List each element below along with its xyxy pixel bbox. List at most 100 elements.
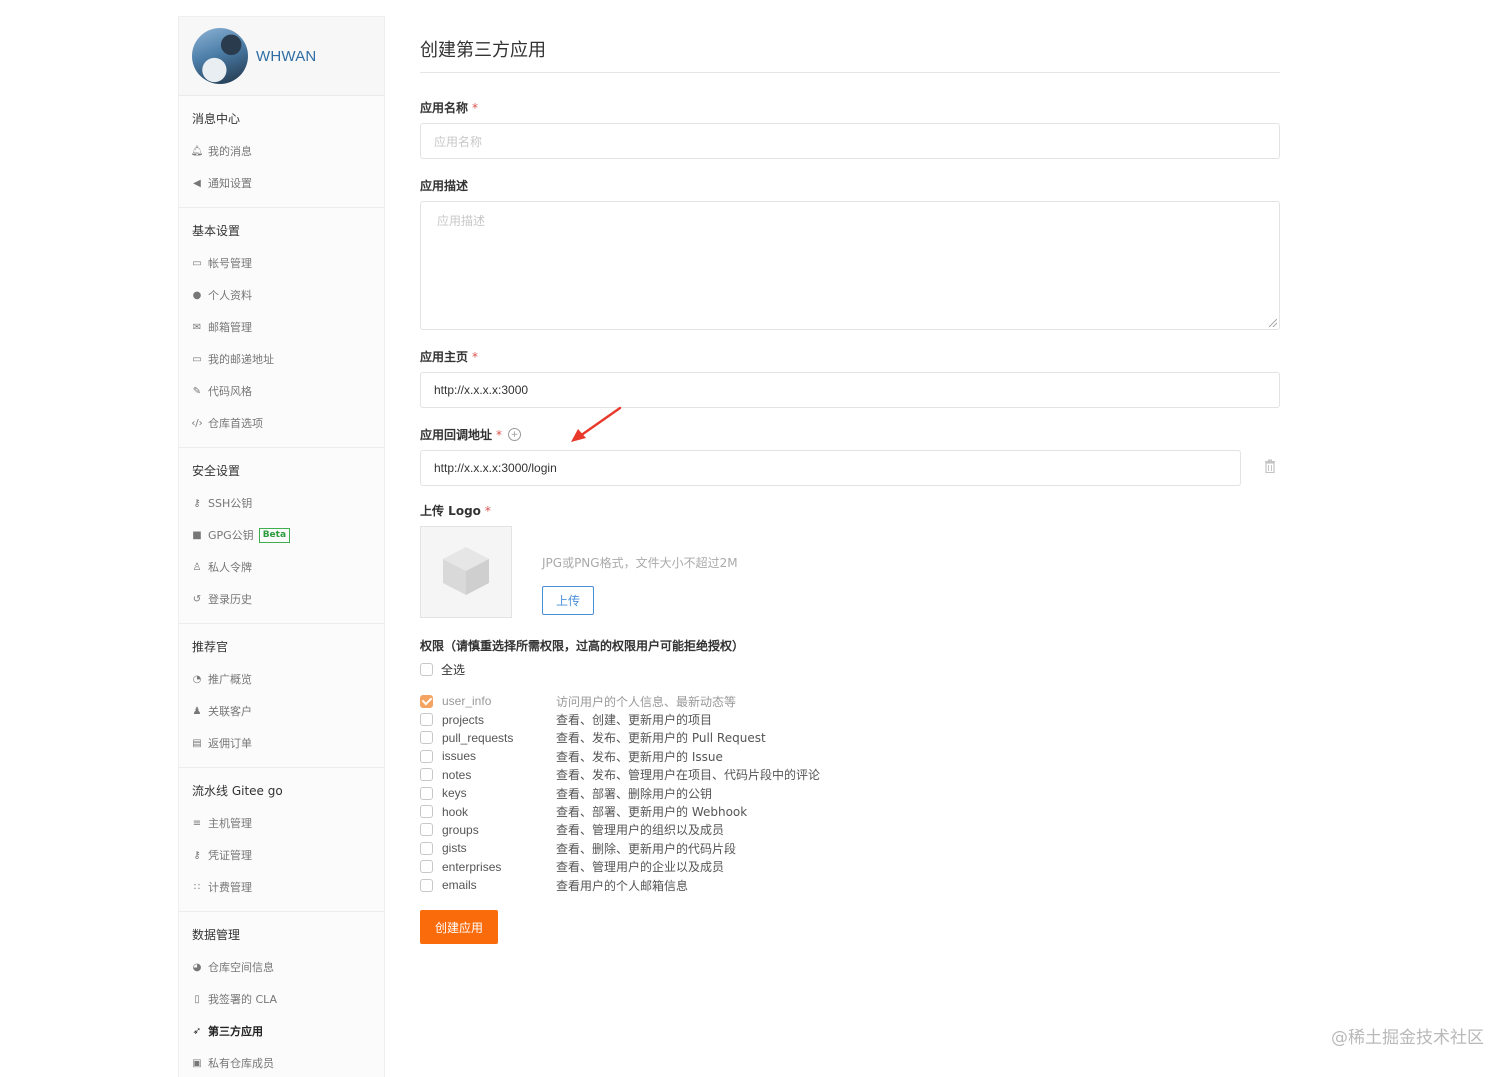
homepage-label: 应用主页 * [420, 349, 479, 365]
sidebar-item[interactable]: ↺ 登录历史 [179, 583, 384, 615]
sidebar-item[interactable]: ⚷ SSH公钥 [179, 487, 384, 519]
app-name-input[interactable]: 应用名称 [420, 123, 1280, 159]
sidebar-item[interactable]: ‹/› 仓库首选项 [179, 407, 384, 439]
sidebar-item[interactable]: ▭ 我的邮递地址 [179, 343, 384, 375]
permission-checkbox[interactable] [420, 694, 433, 708]
select-all[interactable]: 全选 [420, 661, 1280, 678]
sidebar-item[interactable]: ♙ 私人令牌 [179, 551, 384, 583]
permission-row[interactable]: keys 查看、部署、删除用户的公钥 [420, 784, 1280, 802]
sidebar-item-label: 返佣订单 [208, 737, 252, 750]
permission-checkbox[interactable] [420, 878, 433, 892]
sidebar-item-label: 帐号管理 [208, 257, 252, 270]
sidebar-item[interactable]: ▭ 帐号管理 [179, 247, 384, 279]
permission-description: 查看、部署、删除用户的公钥 [556, 786, 713, 801]
required-mark: * [496, 427, 503, 442]
permission-row[interactable]: issues 查看、发布、更新用户的 Issue [420, 747, 1280, 765]
sidebar-group-title: 数据管理 [192, 928, 241, 942]
add-circle-icon[interactable]: + [508, 428, 522, 441]
permission-name: projects [442, 712, 485, 727]
sidebar-item[interactable]: ● 个人资料 [179, 279, 384, 311]
permission-checkbox[interactable] [420, 823, 433, 837]
history-icon: ↺ [192, 593, 202, 605]
resize-handle[interactable] [1269, 319, 1277, 327]
volume-icon: ◀︎ [193, 177, 201, 189]
permission-description: 查看、删除、更新用户的代码片段 [556, 841, 737, 856]
sidebar-item-label: 推广概览 [208, 673, 252, 686]
create-app-button[interactable]: 创建应用 [420, 910, 498, 945]
username[interactable]: WHWAN [256, 48, 316, 65]
permission-checkbox[interactable] [420, 731, 433, 745]
sidebar-item[interactable]: ▤ 返佣订单 [179, 727, 384, 759]
permission-name: notes [442, 767, 472, 782]
required-mark: * [472, 349, 479, 364]
address-card-icon: ▭ [192, 353, 202, 365]
app-desc-textarea[interactable]: 应用描述 [420, 201, 1280, 330]
permission-row[interactable]: notes 查看、发布、管理用户在项目、代码片段中的评论 [420, 766, 1280, 784]
permission-checkbox[interactable] [420, 768, 433, 782]
permission-checkbox[interactable] [420, 713, 433, 727]
callback-url-input[interactable]: http://x.x.x.x:3000/login [420, 450, 1241, 486]
permission-checkbox[interactable] [420, 860, 433, 874]
permission-row[interactable]: pull_requests 查看、发布、更新用户的 Pull Request [420, 729, 1280, 747]
sidebar-item[interactable]: ◕ 仓库空间信息 [179, 951, 384, 983]
permission-row[interactable]: projects 查看、创建、更新用户的项目 [420, 710, 1280, 728]
permission-checkbox[interactable] [420, 805, 433, 819]
sidebar-item-label: GPG公钥 [208, 529, 254, 542]
rocket-icon: ➶ [192, 1025, 202, 1037]
permission-row[interactable]: user_info 访问用户的个人信息、最新动态等 [420, 692, 1280, 710]
select-all-label: 全选 [441, 663, 466, 677]
permission-name: user_info [442, 694, 492, 709]
sidebar-item-label: 登录历史 [208, 593, 252, 606]
sidebar-item[interactable]: ■ GPG公钥 Beta [179, 519, 384, 551]
key-icon: ⚷ [193, 497, 201, 509]
upload-button[interactable]: 上传 [542, 586, 594, 615]
permission-name: keys [442, 786, 467, 801]
sidebar-group-title: 安全设置 [192, 464, 241, 478]
permission-row[interactable]: emails 查看用户的个人邮箱信息 [420, 876, 1280, 894]
avatar[interactable] [192, 28, 248, 84]
sidebar-item-label: 私人令牌 [208, 561, 252, 574]
sidebar-item[interactable]: ◀︎ 通知设置 [179, 167, 384, 199]
pie-chart-icon: ◕ [192, 961, 202, 973]
permission-row[interactable]: enterprises 查看、管理用户的企业以及成员 [420, 858, 1280, 876]
sidebar-group-title: 消息中心 [192, 112, 241, 126]
sidebar-item[interactable]: ▯ 我签署的 CLA [179, 983, 384, 1015]
permission-row[interactable]: hook 查看、部署、更新用户的 Webhook [420, 802, 1280, 820]
sidebar-item[interactable]: ◔ 推广概览 [179, 663, 384, 695]
sidebar-item[interactable]: ▣ 私有仓库成员 [179, 1047, 384, 1077]
permission-checkbox[interactable] [420, 786, 433, 800]
permission-list: user_info 访问用户的个人信息、最新动态等 projects 查看、创建、更新… [420, 692, 1280, 894]
user-link-icon: ♟ [192, 705, 202, 717]
sidebar-item[interactable]: ⚷ 凭证管理 [179, 839, 384, 871]
permission-name: groups [442, 822, 479, 837]
sidebar-group-title: 基本设置 [192, 224, 241, 238]
permission-description: 查看用户的个人邮箱信息 [556, 878, 689, 893]
beta-badge: Beta [258, 527, 291, 543]
permission-row[interactable]: gists 查看、删除、更新用户的代码片段 [420, 839, 1280, 857]
sidebar-item-label: 个人资料 [208, 289, 252, 302]
sidebar-item[interactable]: ∷ 计费管理 [179, 871, 384, 903]
select-all-checkbox[interactable] [420, 663, 433, 676]
sidebar-item[interactable]: ✉︎ 邮箱管理 [179, 311, 384, 343]
sidebar-item-label: 通知设置 [208, 177, 252, 190]
permission-row[interactable]: groups 查看、管理用户的组织以及成员 [420, 821, 1280, 839]
permission-checkbox[interactable] [420, 841, 433, 855]
sidebar-item-label: 关联客户 [208, 705, 252, 718]
required-mark: * [484, 503, 491, 518]
homepage-input[interactable]: http://x.x.x.x:3000 [420, 372, 1280, 408]
sidebar-item[interactable]: ✎ 代码风格 [179, 375, 384, 407]
sidebar-item[interactable]: 🔔︎ 我的消息 [179, 135, 384, 167]
permission-checkbox[interactable] [420, 749, 433, 763]
sidebar-item-label: 我签署的 CLA [208, 993, 278, 1006]
sidebar-item[interactable]: ➶ 第三方应用 [179, 1015, 384, 1047]
billing-icon: ∷ [193, 881, 201, 893]
sidebar-item[interactable]: ♟ 关联客户 [179, 695, 384, 727]
permission-description: 查看、管理用户的企业以及成员 [556, 860, 725, 875]
logo-label: 上传 Logo * [420, 503, 491, 519]
sidebar-group-title: 推荐官 [192, 640, 229, 654]
annotation-arrow-icon [571, 406, 622, 442]
sidebar-group: 安全设置 ⚷ SSH公钥 ■ GPG公钥 Beta ♙ 私人令牌 ↺ 登录历史 [179, 448, 384, 624]
trash-icon[interactable] [1264, 459, 1276, 477]
sidebar-item-label: 仓库首选项 [208, 417, 263, 430]
sidebar-item[interactable]: ≡ 主机管理 [179, 807, 384, 839]
